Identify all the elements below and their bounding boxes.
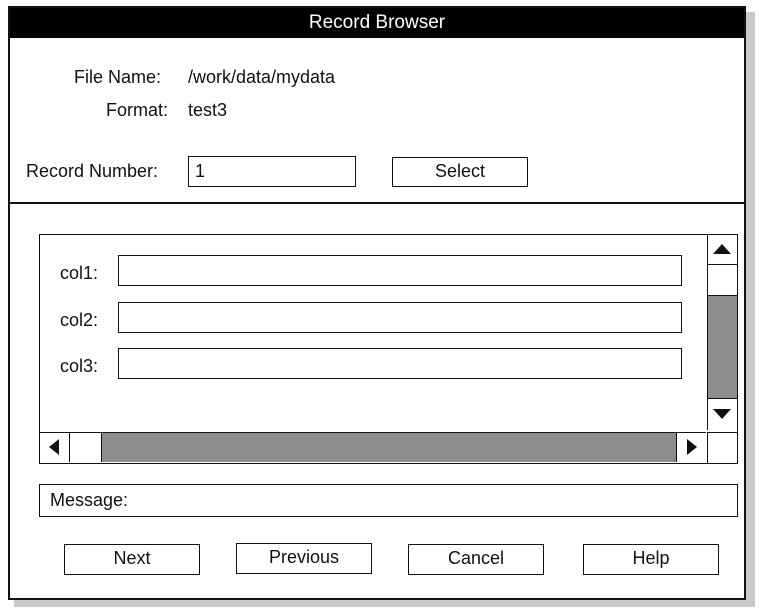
- help-button[interactable]: Help: [583, 544, 719, 575]
- scrollbar-corner: [707, 432, 737, 463]
- scroll-up-button[interactable]: [708, 235, 737, 265]
- horizontal-scroll-thumb[interactable]: [70, 433, 102, 462]
- vertical-scroll-thumb[interactable]: [708, 265, 737, 296]
- left-arrow-icon: [49, 439, 59, 455]
- vertical-scroll-track[interactable]: [708, 296, 737, 398]
- col2-label: col2:: [60, 310, 99, 330]
- vertical-scrollbar[interactable]: [707, 235, 737, 430]
- section-divider: [10, 202, 744, 204]
- record-number-input[interactable]: 1: [188, 156, 356, 187]
- scroll-right-button[interactable]: [676, 433, 706, 462]
- col2-field[interactable]: [118, 302, 682, 333]
- record-number-label: Record Number:: [26, 161, 159, 181]
- file-name-value: /work/data/mydata: [188, 67, 336, 87]
- format-value: test3: [188, 100, 228, 120]
- record-fields-panel: col1: col2: col3:: [39, 234, 738, 464]
- format-label: Format:: [106, 100, 169, 120]
- col1-field[interactable]: [118, 255, 682, 286]
- up-arrow-icon: [713, 244, 731, 254]
- scroll-left-button[interactable]: [40, 433, 70, 462]
- horizontal-scroll-track[interactable]: [102, 433, 676, 462]
- horizontal-scrollbar[interactable]: [40, 432, 706, 463]
- previous-button[interactable]: Previous: [236, 543, 372, 574]
- window-title: Record Browser: [10, 8, 744, 38]
- col3-label: col3:: [60, 356, 99, 376]
- select-button[interactable]: Select: [392, 157, 528, 187]
- message-bar: Message:: [39, 484, 738, 517]
- record-browser-window: Record Browser File Name: /work/data/myd…: [8, 6, 746, 600]
- col1-label: col1:: [60, 263, 99, 283]
- down-arrow-icon: [713, 409, 731, 419]
- file-name-label: File Name:: [74, 67, 162, 87]
- scroll-down-button[interactable]: [708, 398, 737, 430]
- next-button[interactable]: Next: [64, 544, 200, 575]
- message-label: Message:: [50, 490, 129, 510]
- right-arrow-icon: [687, 439, 697, 455]
- cancel-button[interactable]: Cancel: [408, 544, 544, 575]
- col3-field[interactable]: [118, 348, 682, 379]
